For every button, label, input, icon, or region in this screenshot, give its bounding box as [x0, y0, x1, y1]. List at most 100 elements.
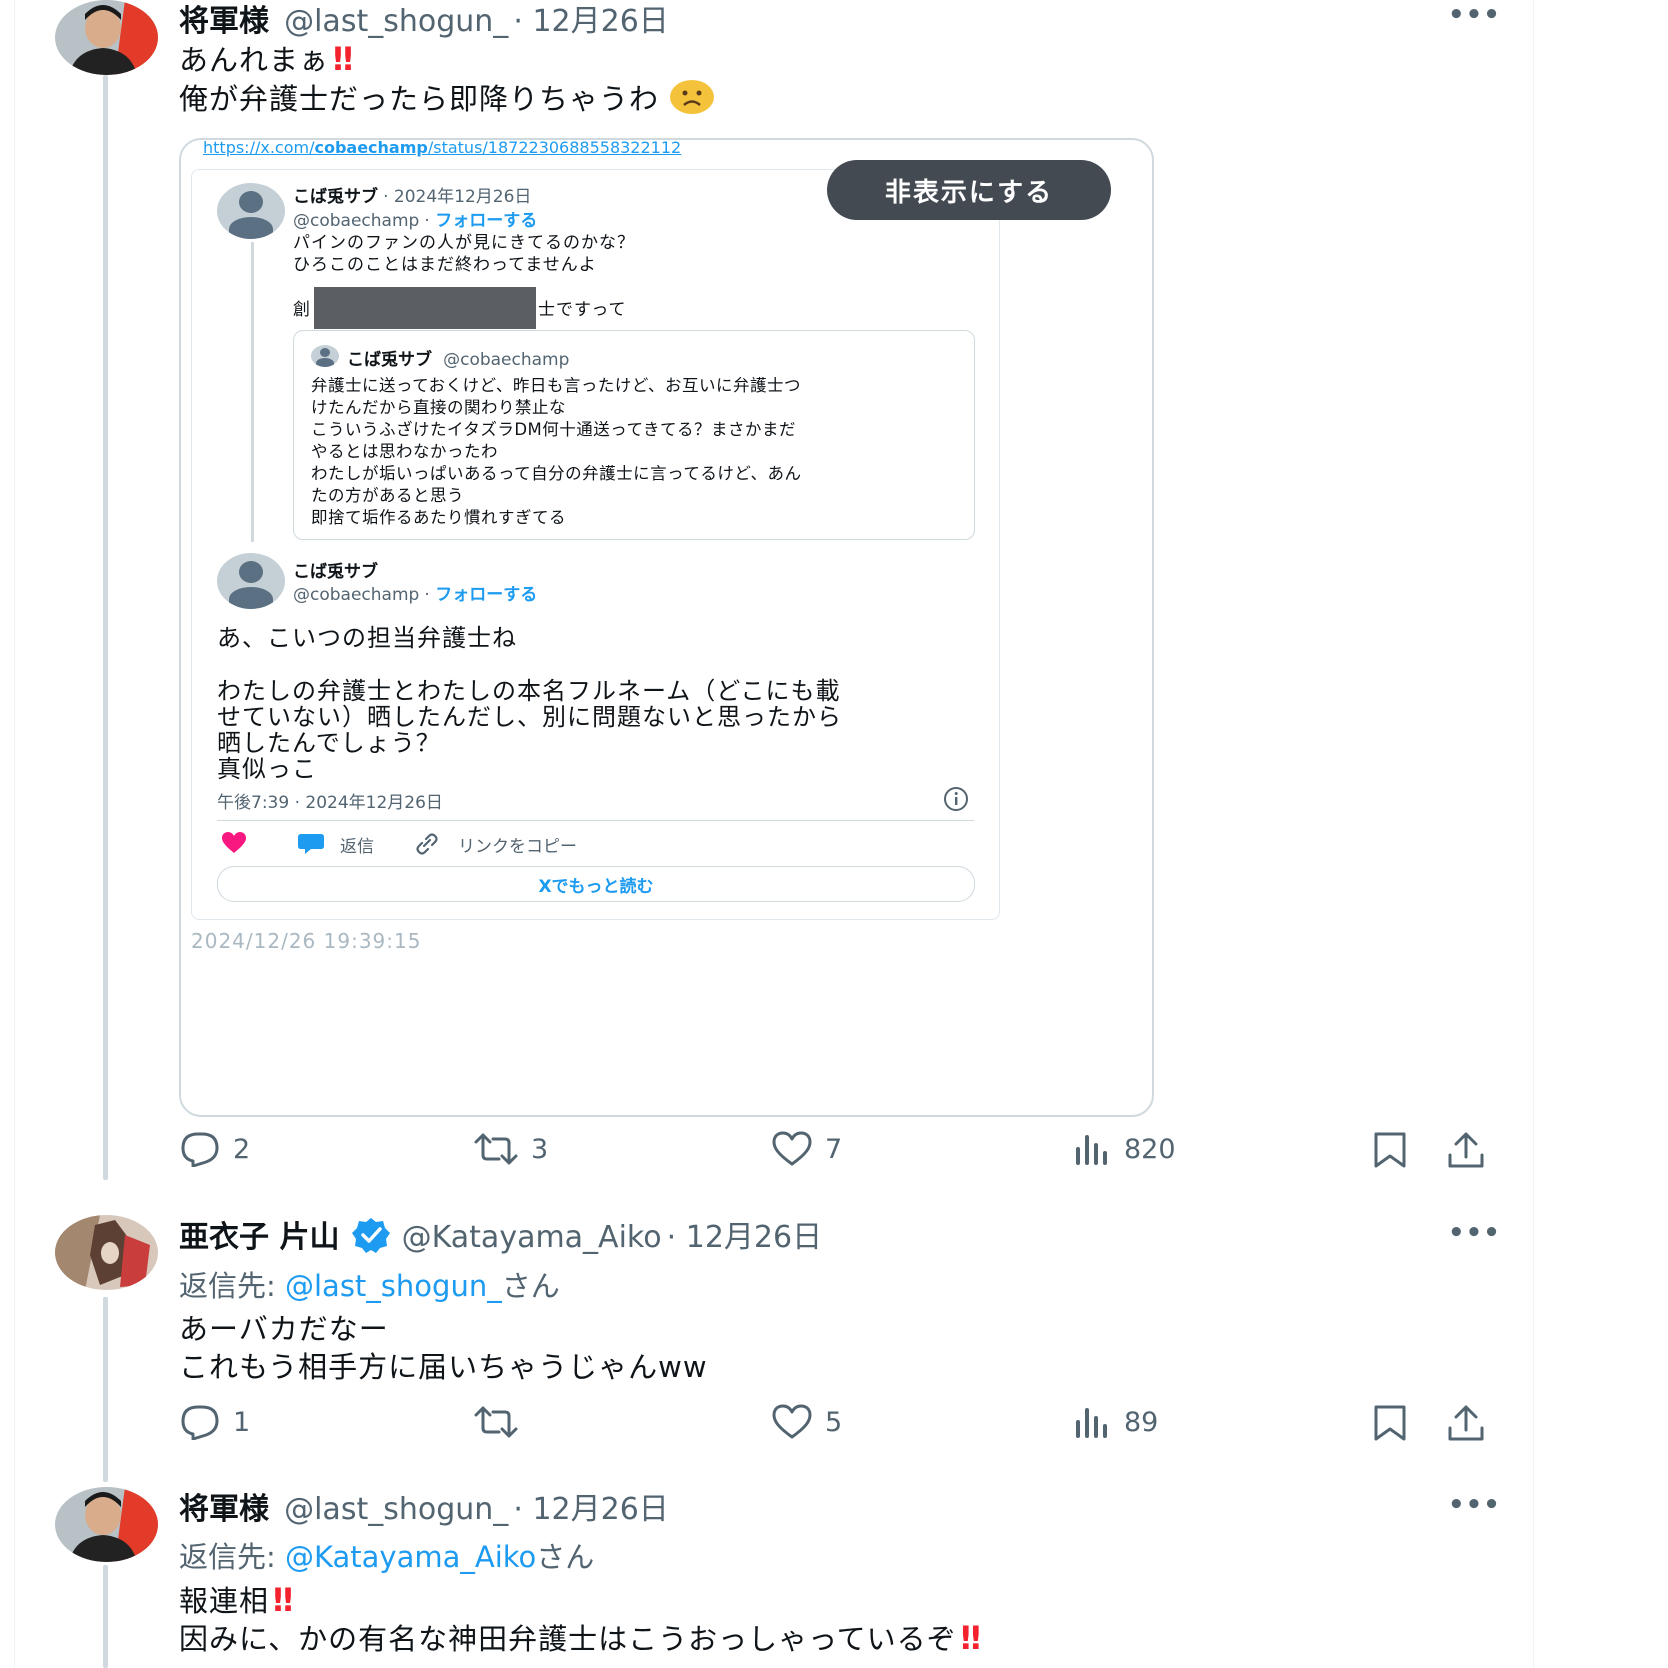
- display-name[interactable]: 将軍様: [179, 4, 269, 39]
- repost-button[interactable]: [473, 1404, 531, 1440]
- reply-count: 1: [233, 1406, 251, 1438]
- embed-main-text: あ、こいつの担当弁護士ね: [217, 624, 517, 652]
- like-count: 5: [825, 1406, 843, 1438]
- nested-text-line: やるとは思わなかったわ: [311, 442, 498, 461]
- embedded-url-link[interactable]: https://x.com/cobaechamp/status/18722306…: [203, 138, 681, 157]
- embed-handle: @cobaechamp: [293, 585, 420, 605]
- link-icon: [414, 832, 440, 860]
- default-avatar-icon: [217, 183, 285, 239]
- tweet-text-line: 報連相: [179, 1584, 270, 1618]
- tweet-date[interactable]: 12月26日: [532, 1492, 668, 1527]
- avatar[interactable]: [55, 1215, 158, 1290]
- nested-text-line: たの方があると思う: [311, 486, 464, 505]
- reply-button[interactable]: 1: [179, 1404, 250, 1440]
- separator-dot: ·: [513, 4, 533, 39]
- views-count: 820: [1124, 1133, 1176, 1165]
- share-icon[interactable]: [1446, 1404, 1486, 1446]
- more-options-icon[interactable]: •••: [1448, 0, 1501, 30]
- frowning-face-icon: [669, 79, 715, 122]
- like-icon: [772, 1404, 812, 1439]
- embed-copy-link-label: リンクをコピー: [458, 837, 577, 857]
- more-options-icon[interactable]: •••: [1448, 1490, 1501, 1520]
- nested-author-name: こば兎サブ: [347, 350, 432, 370]
- reply-icon: [181, 1132, 219, 1167]
- read-more-button: Xでもっと読む: [217, 866, 975, 902]
- embed-follow-link: フォローする: [435, 585, 538, 605]
- info-icon: [943, 786, 969, 816]
- views-icon: [1076, 1408, 1107, 1438]
- embed-thread-line: [251, 242, 254, 542]
- bookmark-icon[interactable]: [1370, 1131, 1410, 1173]
- views-count: 89: [1124, 1406, 1159, 1438]
- divider: [217, 820, 974, 821]
- tweet-text-line: あーバカだなー: [179, 1312, 389, 1346]
- embed-text-line-start: 創: [293, 300, 311, 320]
- repost-icon: [474, 1133, 518, 1165]
- user-handle[interactable]: @last_shogun_: [284, 1492, 508, 1527]
- double-exclamation-emoji: ‼: [960, 1619, 981, 1657]
- avatar[interactable]: [55, 0, 158, 75]
- thread-connector: [103, 1297, 108, 1482]
- repost-count: 3: [531, 1133, 549, 1165]
- nested-handle: @cobaechamp: [443, 350, 570, 370]
- repost-button[interactable]: 3: [473, 1131, 548, 1167]
- reply-to-mention[interactable]: @last_shogun_: [285, 1269, 502, 1303]
- verified-badge-icon: [351, 1217, 391, 1257]
- reply-to-prefix: 返信先:: [179, 1540, 285, 1574]
- like-button[interactable]: 7: [771, 1131, 842, 1167]
- display-name[interactable]: 亜衣子 片山: [179, 1220, 339, 1255]
- embed-text-line-end: 士ですって: [538, 300, 627, 320]
- tweet-text-line: 俺が弁護士だったら即降りちゃうわ: [179, 82, 660, 116]
- user-handle[interactable]: @last_shogun_: [284, 4, 508, 39]
- tweet-date[interactable]: 12月26日: [686, 1220, 822, 1255]
- reply-to-prefix: 返信先:: [179, 1269, 285, 1303]
- nested-text-line: 即捨て垢作るあたり慣れすぎてる: [311, 508, 566, 527]
- timeline-border-right: [1533, 0, 1534, 1668]
- hide-button[interactable]: 非表示にする: [827, 160, 1111, 220]
- timeline-border-left: [14, 0, 15, 1668]
- nested-text-line: 弁護士に送っておくけど、昨日も言ったけど、お互いに弁護士つ: [311, 376, 802, 395]
- heart-icon: [221, 832, 247, 858]
- nested-text-line: わたしが垢いっぱいあるって自分の弁護士に言ってるけど、あん: [311, 464, 802, 483]
- views-button[interactable]: 820: [1074, 1131, 1176, 1167]
- more-options-icon[interactable]: •••: [1448, 1218, 1501, 1248]
- capture-timestamp: 2024/12/26 19:39:15: [191, 929, 422, 953]
- redaction-box: [314, 287, 536, 329]
- separator-dot: ·: [666, 1220, 686, 1255]
- separator-dot: ·: [513, 1492, 533, 1527]
- tweet-text-line: これもう相手方に届いちゃうじゃんww: [179, 1350, 708, 1384]
- tweet-date[interactable]: 12月26日: [532, 4, 668, 39]
- comment-icon: [297, 833, 325, 859]
- share-icon[interactable]: [1446, 1131, 1486, 1173]
- embed-author-name: こば兎サブ: [293, 187, 378, 207]
- bookmark-icon[interactable]: [1370, 1404, 1410, 1446]
- views-icon: [1076, 1135, 1107, 1165]
- double-exclamation-emoji: ‼: [273, 1581, 293, 1619]
- embed-main-text: 真似っこ: [217, 755, 317, 783]
- thread-connector: [103, 75, 108, 1180]
- nested-text-line: こういうふざけたイタズラDM何十通送ってきてる？まさかまだ: [311, 420, 796, 439]
- like-icon: [772, 1131, 812, 1166]
- repost-icon: [474, 1406, 518, 1438]
- avatar[interactable]: [55, 1487, 158, 1562]
- tweet-text-line: 因みに、かの有名な神田弁護士はこうおっしゃっているぞ: [179, 1622, 957, 1656]
- user-handle[interactable]: @Katayama_Aiko: [402, 1220, 662, 1255]
- views-button[interactable]: 89: [1074, 1404, 1158, 1440]
- reply-to-mention[interactable]: @Katayama_Aiko: [285, 1540, 536, 1574]
- reply-button[interactable]: 2: [179, 1131, 250, 1167]
- double-exclamation-emoji: ‼: [333, 40, 353, 78]
- reply-icon: [181, 1405, 219, 1440]
- embed-text-line: ひろこのことはまだ終わってませんよ: [293, 255, 597, 275]
- default-avatar-icon: [217, 553, 285, 609]
- default-avatar-icon: [311, 345, 339, 367]
- tweet-text-line: あんれまぁ: [179, 43, 330, 77]
- display-name[interactable]: 将軍様: [179, 1492, 269, 1527]
- embed-timestamp: 午後7:39 · 2024年12月26日: [217, 793, 443, 813]
- reply-to-suffix: さん: [536, 1540, 595, 1574]
- like-button[interactable]: 5: [771, 1404, 842, 1440]
- embed-date: · 2024年12月26日: [383, 187, 532, 207]
- nested-text-line: けたんだから直接の関わり禁止な: [311, 398, 566, 417]
- embed-author-name: こば兎サブ: [293, 562, 378, 582]
- like-count: 7: [825, 1133, 843, 1165]
- thread-connector: [103, 1565, 108, 1668]
